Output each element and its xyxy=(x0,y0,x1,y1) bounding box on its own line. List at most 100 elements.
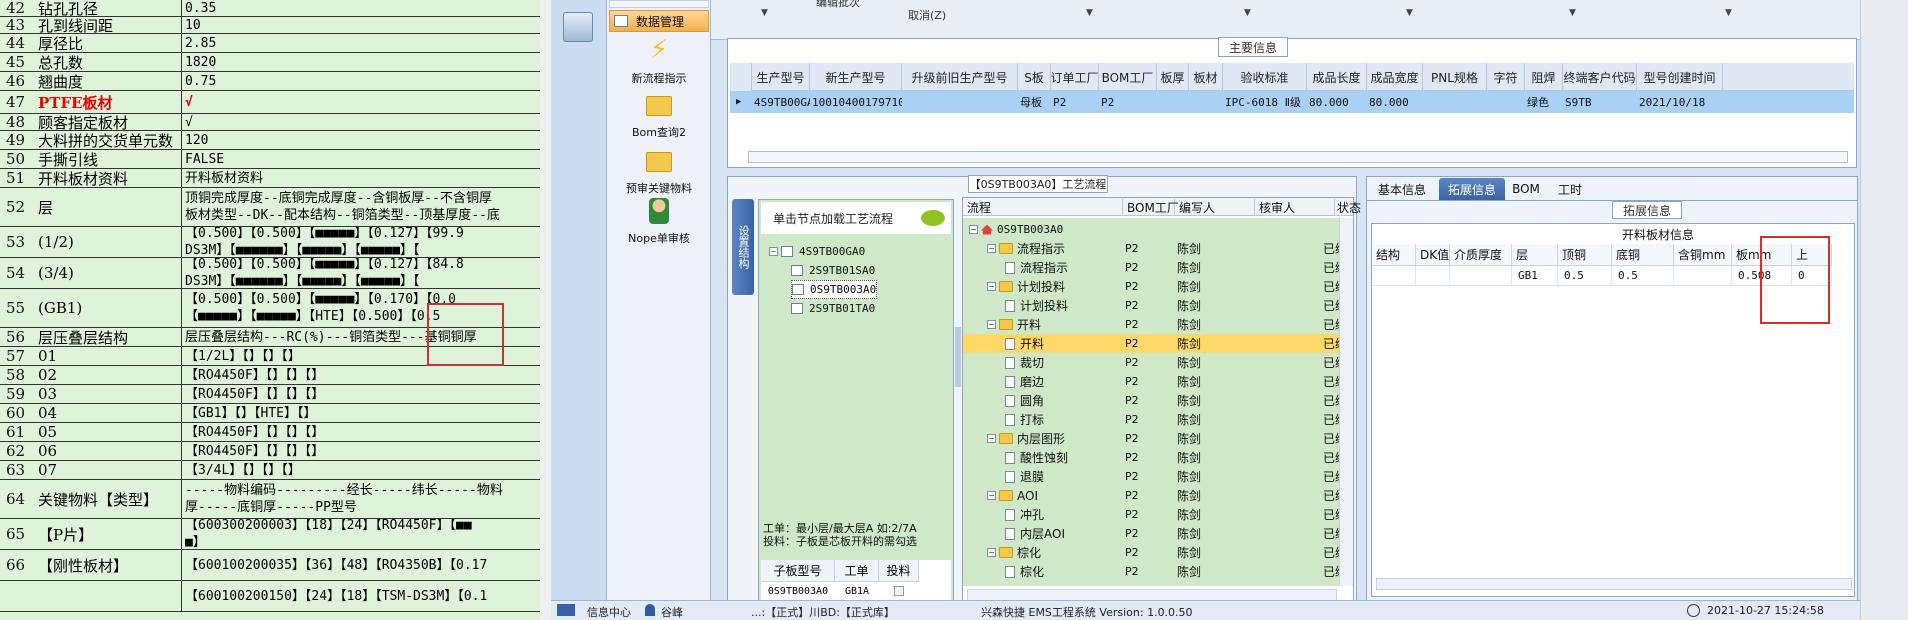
sheet-row[interactable]: 46 翘曲度 0.75 xyxy=(0,72,540,91)
collapse-icon[interactable]: − xyxy=(987,282,996,291)
sheet-row[interactable]: 43 孔到线间距 10 xyxy=(0,16,540,34)
flow-row[interactable]: − 开料 P2 陈剑 已编写 xyxy=(963,315,1339,334)
column-header[interactable]: 板材 xyxy=(1189,63,1223,91)
flow-row[interactable]: 冲孔 P2 陈剑 已编写 xyxy=(963,505,1339,524)
chevron-down-icon[interactable]: ▼ xyxy=(1725,8,1732,18)
column-header[interactable]: 子板型号 xyxy=(761,560,835,582)
sheet-row[interactable]: 45 总孔数 1820 xyxy=(0,53,540,72)
column-header[interactable]: 流程 xyxy=(965,199,1123,215)
chevron-down-icon[interactable]: ▼ xyxy=(1406,8,1413,18)
chevron-down-icon[interactable]: ▼ xyxy=(1244,8,1251,18)
flow-row[interactable]: 裁切 P2 陈剑 已编写 xyxy=(963,353,1339,372)
column-header[interactable]: BOM工厂 xyxy=(1125,199,1179,215)
detail-tab[interactable]: 基本信息 xyxy=(1369,178,1435,200)
column-header[interactable]: 订单工厂 xyxy=(1051,63,1099,91)
sheet-row[interactable]: 61 05 【RO4450F】【】【】【】 xyxy=(0,423,540,442)
detail-tab[interactable]: 工时 xyxy=(1547,178,1593,200)
column-header[interactable]: 含铜mm xyxy=(1674,244,1732,266)
column-header[interactable]: 介质厚度 xyxy=(1450,244,1512,266)
column-header[interactable]: 编写人 xyxy=(1177,199,1255,215)
sheet-row[interactable]: 59 03 【RO4450F】【】【】【】 xyxy=(0,385,540,404)
collapse-icon[interactable]: − xyxy=(987,548,996,557)
collapse-icon[interactable]: − xyxy=(969,225,978,234)
sheet-row[interactable]: 63 07 【3/4L】【】【】【】 xyxy=(0,461,540,480)
tree-node[interactable]: − 4S9TB00GA0 xyxy=(769,242,865,261)
sheet-row[interactable]: 50 手撕引线 FALSE xyxy=(0,150,540,169)
sheet-row[interactable]: 49 大料拼的交货单元数 120 xyxy=(0,131,540,150)
sheet-row[interactable]: 53 (1/2) 【0.500】【0.500】【■■■■■】【0.127】【99.9… xyxy=(0,227,540,258)
column-header[interactable]: BOM工厂 xyxy=(1099,63,1157,91)
column-header[interactable]: 成品宽度 xyxy=(1367,63,1423,91)
column-header[interactable]: S板 xyxy=(1018,63,1051,91)
flow-row[interactable]: 棕化 P2 陈剑 已编写 xyxy=(963,562,1339,581)
flow-row[interactable]: 计划投料 P2 陈剑 已编写 xyxy=(963,296,1339,315)
sheet-row[interactable]: 64 关键物料【类型】 -----物料编码---------经长-----纬长---… xyxy=(0,480,540,519)
column-header[interactable]: 新生产型号 xyxy=(810,63,902,91)
nav-item-bom-query[interactable]: Bom查询2 xyxy=(609,92,709,142)
sheet-row[interactable]: 42 钻孔孔径 0.35 xyxy=(0,0,540,17)
info-center-label[interactable]: 信息中心 xyxy=(587,604,631,620)
tab-structure[interactable]: 设置结构 xyxy=(732,199,754,295)
flow-row[interactable]: − 棕化 P2 陈剑 已编写 xyxy=(963,543,1339,562)
collapse-icon[interactable]: − xyxy=(987,491,996,500)
column-header[interactable]: 升级前旧生产型号 xyxy=(902,63,1018,91)
column-header[interactable]: 生产型号 xyxy=(752,63,810,91)
collapse-icon[interactable]: − xyxy=(987,434,996,443)
sheet-row[interactable]: 47 PTFE板材 √ xyxy=(0,91,540,114)
flow-row[interactable]: − AOI P2 陈剑 已编写 xyxy=(963,486,1339,505)
column-header[interactable]: 阻焊 xyxy=(1525,63,1563,91)
flow-row[interactable]: 流程指示 P2 陈剑 已编写 xyxy=(963,258,1339,277)
calculator-icon[interactable] xyxy=(563,12,593,42)
sheet-row[interactable]: 44 厚径比 2.85 xyxy=(0,34,540,53)
horizontal-scrollbar[interactable] xyxy=(1376,578,1852,590)
column-header[interactable]: 字符 xyxy=(1487,63,1525,91)
chevron-down-icon[interactable]: ▼ xyxy=(1086,8,1093,18)
sheet-row[interactable]: 62 06 【RO4450F】【】【】【】 xyxy=(0,442,540,461)
tree-node[interactable]: 0S9TB003A0 xyxy=(791,280,878,299)
flow-row[interactable]: − 0S9TB003A0 xyxy=(963,220,1339,239)
column-header[interactable]: 工单 xyxy=(835,560,879,582)
column-header[interactable]: 验收标准 xyxy=(1223,63,1307,91)
vertical-scrollbar[interactable] xyxy=(1339,218,1353,586)
nav-item-nope-review[interactable]: Nope单审核 xyxy=(609,198,709,250)
flow-row[interactable]: − 计划投料 P2 陈剑 已编写 xyxy=(963,277,1339,296)
column-header[interactable]: 层 xyxy=(1512,244,1558,266)
sheet-row[interactable]: 48 顾客指定板材 √ xyxy=(0,113,540,131)
horizontal-scrollbar[interactable] xyxy=(748,151,1848,163)
checkbox[interactable] xyxy=(879,582,919,600)
column-header[interactable]: 型号创建时间 xyxy=(1637,63,1723,91)
collapse-icon[interactable]: − xyxy=(987,320,996,329)
splitter-handle[interactable] xyxy=(955,327,961,387)
nav-item-new-flow[interactable]: ⚡ 新流程指示 xyxy=(609,36,709,88)
sheet-row[interactable]: 65 【P片】 【600300200003】【18】【24】【RO4450F】【■■… xyxy=(0,519,540,550)
tree-node[interactable]: 2S9TB01SA0 xyxy=(791,261,875,280)
chevron-down-icon[interactable]: ▼ xyxy=(761,8,768,18)
flow-row[interactable]: 打标 P2 陈剑 已编写 xyxy=(963,410,1339,429)
flow-row[interactable]: 开料 P2 陈剑 已编写 xyxy=(963,334,1339,353)
column-header[interactable]: 结构 xyxy=(1372,244,1416,266)
flow-row[interactable]: − 内层图形 P2 陈剑 已编写 xyxy=(963,429,1339,448)
flow-row[interactable]: 磨边 P2 陈剑 已编写 xyxy=(963,372,1339,391)
column-header[interactable]: DK值 xyxy=(1416,244,1450,266)
detail-tab[interactable]: BOM xyxy=(1509,178,1543,200)
collapse-icon[interactable]: − xyxy=(987,244,996,253)
nav-item-prev[interactable] xyxy=(609,0,709,8)
sheet-row[interactable]: 60 04 【GB1】【】【HTE】【】 xyxy=(0,404,540,423)
sheet-row[interactable]: 58 02 【RO4450F】【】【】【】 xyxy=(0,366,540,385)
flow-row[interactable]: 酸性蚀刻 P2 陈剑 已编写 xyxy=(963,448,1339,467)
column-header[interactable]: 核审人 xyxy=(1257,199,1335,215)
column-header[interactable]: 底铜 xyxy=(1612,244,1674,266)
column-header[interactable]: 投料 xyxy=(879,560,919,582)
tree-node[interactable]: 2S9TB01TA0 xyxy=(791,299,875,318)
detail-tab[interactable]: 拓展信息 xyxy=(1439,178,1505,200)
sheet-row[interactable]: 【600100200150】【24】【18】【TSM-DS3M】【0.1 xyxy=(0,581,540,612)
nav-item-data-management[interactable]: 数据管理 xyxy=(609,10,709,32)
nav-item-prereview[interactable]: 预审关键物料 xyxy=(609,148,709,198)
column-header[interactable]: 终端客户代码 xyxy=(1563,63,1637,91)
chevron-down-icon[interactable]: ▼ xyxy=(1569,8,1576,18)
table-row[interactable]: ▶ 4S9TB00GA010010400179710 母板 P2 P2 IPC-6018 … xyxy=(730,91,1854,113)
sheet-row[interactable]: 52 层顶铜完成厚度--底铜完成厚度--含铜板厚--不含铜厚 板材类型--DK--… xyxy=(0,188,540,227)
flow-row[interactable]: 内层AOI P2 陈剑 已编写 xyxy=(963,524,1339,543)
sheet-row[interactable]: 51 开料板材资料 开料板材资料 xyxy=(0,169,540,188)
cancel-button[interactable]: 取消(Z) xyxy=(908,7,946,23)
